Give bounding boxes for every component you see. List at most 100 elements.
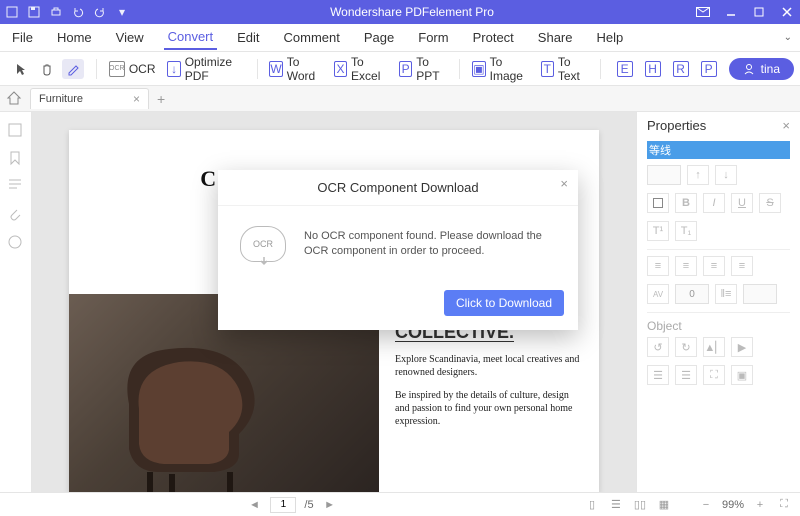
app-icon[interactable] (4, 4, 20, 20)
menu-comment[interactable]: Comment (280, 26, 344, 49)
italic-button[interactable]: I (703, 193, 725, 213)
align-left-icon[interactable]: ≡ (647, 256, 669, 276)
hand-tool[interactable] (36, 59, 58, 79)
flip-h-icon[interactable]: ▲▏ (703, 337, 725, 357)
rotate-right-icon[interactable]: ↻ (675, 337, 697, 357)
char-spacing-input[interactable] (675, 284, 709, 304)
maximize-icon[interactable] (750, 3, 768, 21)
flip-v-icon[interactable]: ▶ (731, 337, 753, 357)
edit-tool[interactable] (62, 59, 84, 79)
subscript-button[interactable]: T₁ (675, 221, 697, 241)
save-icon[interactable] (26, 4, 42, 20)
conv-e-button[interactable]: E (613, 58, 637, 80)
to-ppt-button[interactable]: PTo PPT (395, 52, 451, 86)
home-tab-icon[interactable] (6, 90, 24, 108)
user-name: tina (761, 62, 780, 76)
attachments-icon[interactable] (7, 206, 25, 224)
doc-para1: Explore Scandinavia, meet local creative… (395, 353, 581, 379)
user-pill[interactable]: tina (729, 58, 794, 80)
fullscreen-icon[interactable]: ⛶ (776, 497, 792, 513)
select-tool[interactable] (10, 59, 32, 79)
view-two-icon[interactable]: ▯▯ (632, 497, 648, 513)
line-spacing-input[interactable] (743, 284, 777, 304)
to-text-button[interactable]: TTo Text (537, 52, 592, 86)
optimize-icon: ↓ (167, 61, 180, 77)
tab-close-icon[interactable]: × (133, 92, 140, 106)
properties-panel: Properties × 等线 ↑ ↓ B I U S T¹ T₁ ≡ ≡ ≡ … (636, 112, 800, 492)
font-size-input[interactable] (647, 165, 681, 185)
dialog-title: OCR Component Download × (218, 170, 578, 206)
color-swatch[interactable] (647, 193, 669, 213)
conv-r-button[interactable]: R (669, 58, 693, 80)
undo-icon[interactable] (70, 4, 86, 20)
canvas[interactable]: COLUMBIA C INSPIRED BY THE COLLECTIVE. E… (32, 112, 636, 492)
prev-page-icon[interactable]: ◄ (246, 497, 262, 513)
superscript-button[interactable]: T¹ (647, 221, 669, 241)
download-button[interactable]: Click to Download (444, 290, 564, 316)
menu-page[interactable]: Page (360, 26, 398, 49)
to-image-button[interactable]: ▣To Image (468, 52, 532, 86)
distribute-v-icon[interactable]: ☰ (675, 365, 697, 385)
conv-p-button[interactable]: P (697, 58, 721, 80)
bookmarks-icon[interactable] (7, 150, 25, 168)
align-justify-icon[interactable]: ≡ (731, 256, 753, 276)
print-icon[interactable] (48, 4, 64, 20)
bold-button[interactable]: B (675, 193, 697, 213)
line-spacing-icon[interactable]: ‖≡ (715, 284, 737, 304)
menubar: File Home View Convert Edit Comment Page… (0, 24, 800, 52)
align-center-icon[interactable]: ≡ (675, 256, 697, 276)
view-grid-icon[interactable]: ▦ (656, 497, 672, 513)
menu-convert[interactable]: Convert (164, 25, 218, 50)
ppt-icon: P (399, 61, 412, 77)
add-tab-button[interactable]: + (157, 91, 165, 107)
text-icon: T (541, 61, 554, 77)
to-excel-button[interactable]: XTo Excel (330, 52, 391, 86)
qat: ▾ (4, 4, 130, 20)
menu-share[interactable]: Share (534, 26, 577, 49)
close-icon[interactable] (778, 3, 796, 21)
zoom-out-icon[interactable]: − (698, 497, 714, 513)
view-single-icon[interactable]: ▯ (584, 497, 600, 513)
menu-home[interactable]: Home (53, 26, 96, 49)
distribute-h-icon[interactable]: ☰ (647, 365, 669, 385)
toolbar: OCROCR ↓Optimize PDF WTo Word XTo Excel … (0, 52, 800, 86)
increase-size-icon[interactable]: ↑ (687, 165, 709, 185)
strike-button[interactable]: S (759, 193, 781, 213)
redo-icon[interactable] (92, 4, 108, 20)
tabbar: Furniture × + (0, 86, 800, 112)
app-title: Wondershare PDFelement Pro (130, 5, 694, 19)
zoom-in-icon[interactable]: + (752, 497, 768, 513)
comments-icon[interactable] (7, 234, 25, 252)
align-right-icon[interactable]: ≡ (703, 256, 725, 276)
font-selected[interactable]: 等线 (647, 141, 790, 159)
mail-icon[interactable] (694, 3, 712, 21)
rotate-left-icon[interactable]: ↺ (647, 337, 669, 357)
dialog-close-icon[interactable]: × (560, 176, 568, 191)
thumbnails-icon[interactable] (7, 122, 25, 140)
decrease-size-icon[interactable]: ↓ (715, 165, 737, 185)
view-continuous-icon[interactable]: ☰ (608, 497, 624, 513)
collapse-ribbon-icon[interactable]: ⌄ (784, 32, 792, 43)
properties-close-icon[interactable]: × (782, 118, 790, 133)
ocr-button[interactable]: OCROCR (105, 58, 160, 80)
menu-protect[interactable]: Protect (469, 26, 518, 49)
conv-h-button[interactable]: H (641, 58, 665, 80)
menu-help[interactable]: Help (593, 26, 628, 49)
menu-form[interactable]: Form (414, 26, 452, 49)
optimize-button[interactable]: ↓Optimize PDF (163, 52, 248, 86)
to-word-button[interactable]: WTo Word (265, 52, 326, 86)
minimize-icon[interactable] (722, 3, 740, 21)
search-icon[interactable] (7, 178, 25, 196)
replace-image-icon[interactable]: ▣ (731, 365, 753, 385)
crop-icon[interactable]: ⛶ (703, 365, 725, 385)
page-number-input[interactable] (270, 497, 296, 513)
underline-button[interactable]: U (731, 193, 753, 213)
menu-edit[interactable]: Edit (233, 26, 263, 49)
document-tab[interactable]: Furniture × (30, 88, 149, 109)
object-section-label: Object (647, 319, 790, 333)
menu-file[interactable]: File (8, 26, 37, 49)
next-page-icon[interactable]: ► (322, 497, 338, 513)
qat-dropdown-icon[interactable]: ▾ (114, 4, 130, 20)
menu-view[interactable]: View (112, 26, 148, 49)
statusbar: ◄ /5 ► ▯ ☰ ▯▯ ▦ − 99% + ⛶ (0, 492, 800, 516)
